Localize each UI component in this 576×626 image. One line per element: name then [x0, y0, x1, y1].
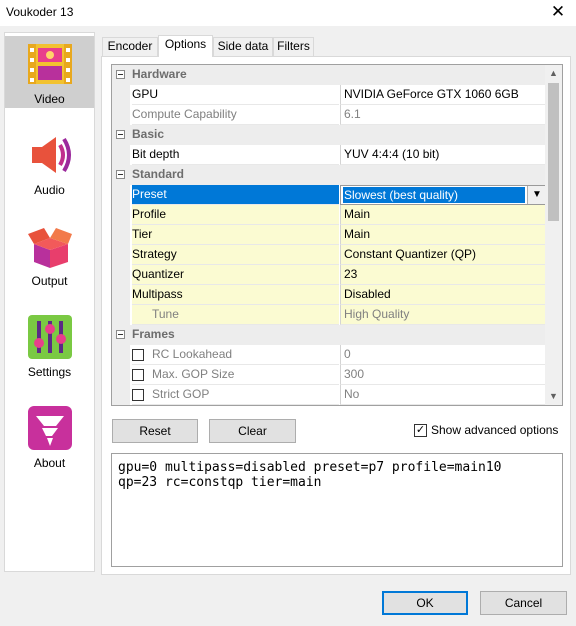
preset-dropdown[interactable]: Slowest (best quality) ▼ — [340, 185, 547, 205]
sidebar-item-output[interactable]: Output — [5, 218, 94, 290]
category-sidebar: Video Audio Output Settings About — [4, 32, 95, 572]
property-name: Strategy — [132, 245, 339, 265]
scroll-up-icon[interactable]: ▲ — [545, 65, 562, 82]
property-value: 300 — [340, 365, 547, 385]
collapse-icon[interactable] — [116, 170, 125, 179]
property-name: GPU — [132, 85, 339, 105]
property-name: Preset — [132, 185, 339, 205]
property-name: RC Lookahead — [132, 345, 339, 365]
close-button[interactable]: ✕ — [548, 2, 568, 22]
property-name: Quantizer — [132, 265, 339, 285]
scroll-down-icon[interactable]: ▼ — [545, 388, 562, 405]
tab-options[interactable]: Options — [158, 35, 213, 57]
property-tune[interactable]: Tune High Quality — [112, 305, 547, 325]
window-title: Voukoder 13 — [6, 5, 74, 19]
clear-button[interactable]: Clear — [209, 419, 296, 443]
property-compute-capability[interactable]: Compute Capability 6.1 — [112, 105, 547, 125]
tab-filters[interactable]: Filters — [273, 37, 314, 56]
sidebar-item-video[interactable]: Video — [5, 36, 94, 108]
property-value: NVIDIA GeForce GTX 1060 6GB — [340, 85, 547, 105]
title-bar: Voukoder 13 ✕ — [0, 0, 576, 26]
property-value: Main — [340, 225, 547, 245]
property-value: No — [340, 385, 547, 405]
property-grid: Hardware GPU NVIDIA GeForce GTX 1060 6GB… — [111, 64, 563, 406]
category-label: Hardware — [132, 67, 187, 81]
cancel-button[interactable]: Cancel — [480, 591, 567, 615]
property-value: 6.1 — [340, 105, 547, 125]
sidebar-item-label: About — [33, 456, 66, 470]
property-quantizer[interactable]: Quantizer 23 — [112, 265, 547, 285]
property-name: Max. GOP Size — [132, 365, 339, 385]
options-output-text[interactable]: gpu=0 multipass=disabled preset=p7 profi… — [111, 453, 563, 567]
property-name: Profile — [132, 205, 339, 225]
options-panel: Hardware GPU NVIDIA GeForce GTX 1060 6GB… — [101, 56, 571, 575]
collapse-icon[interactable] — [116, 70, 125, 79]
tornado-icon — [27, 406, 72, 450]
property-name: Bit depth — [132, 145, 339, 165]
property-value: Main — [340, 205, 547, 225]
property-name: Tier — [132, 225, 339, 245]
property-profile[interactable]: Profile Main — [112, 205, 547, 225]
reset-button[interactable]: Reset — [112, 419, 198, 443]
category-basic[interactable]: Basic — [112, 125, 547, 145]
sliders-icon — [27, 315, 72, 359]
property-name: Compute Capability — [132, 105, 339, 125]
show-advanced-label[interactable]: Show advanced options — [431, 423, 558, 437]
property-max-gop-size[interactable]: Max. GOP Size 300 — [112, 365, 547, 385]
scroll-thumb[interactable] — [548, 83, 559, 221]
property-value: High Quality — [340, 305, 547, 325]
category-label: Basic — [132, 127, 165, 141]
preset-selected-value: Slowest (best quality) — [343, 187, 525, 203]
category-standard[interactable]: Standard — [112, 165, 547, 185]
collapse-icon[interactable] — [116, 330, 125, 339]
property-value: Constant Quantizer (QP) — [340, 245, 547, 265]
category-frames[interactable]: Frames — [112, 325, 547, 345]
property-value: Disabled — [340, 285, 547, 305]
property-rc-lookahead[interactable]: RC Lookahead 0 — [112, 345, 547, 365]
property-name: Tune — [132, 305, 339, 325]
vertical-scrollbar[interactable]: ▲ ▼ — [545, 65, 562, 405]
category-label: Standard — [132, 167, 185, 181]
tab-encoder[interactable]: Encoder — [102, 37, 158, 56]
sidebar-item-label: Output — [31, 274, 68, 288]
sidebar-item-about[interactable]: About — [5, 400, 94, 472]
ok-button[interactable]: OK — [382, 591, 468, 615]
category-label: Frames — [132, 327, 175, 341]
package-icon — [27, 228, 72, 268]
collapse-icon[interactable] — [116, 130, 125, 139]
property-multipass[interactable]: Multipass Disabled — [112, 285, 547, 305]
sidebar-item-settings[interactable]: Settings — [5, 309, 94, 381]
sidebar-item-label: Audio — [34, 183, 65, 197]
category-hardware[interactable]: Hardware — [112, 65, 547, 85]
property-gpu[interactable]: GPU NVIDIA GeForce GTX 1060 6GB — [112, 85, 547, 105]
property-strategy[interactable]: Strategy Constant Quantizer (QP) — [112, 245, 547, 265]
property-value: YUV 4:4:4 (10 bit) — [340, 145, 547, 165]
property-name: Multipass — [132, 285, 339, 305]
film-icon — [27, 44, 72, 84]
property-preset[interactable]: Preset Slowest (best quality) ▼ — [112, 185, 547, 205]
speaker-icon — [31, 137, 71, 173]
chevron-down-icon[interactable]: ▼ — [527, 186, 546, 204]
property-value: 23 — [340, 265, 547, 285]
property-value: 0 — [340, 345, 547, 365]
tab-side-data[interactable]: Side data — [213, 37, 273, 56]
property-bit-depth[interactable]: Bit depth YUV 4:4:4 (10 bit) — [112, 145, 547, 165]
sidebar-item-label: Settings — [27, 365, 72, 379]
property-tier[interactable]: Tier Main — [112, 225, 547, 245]
sidebar-item-audio[interactable]: Audio — [5, 127, 94, 199]
property-strict-gop[interactable]: Strict GOP No — [112, 385, 547, 405]
sidebar-item-label: Video — [34, 92, 65, 106]
show-advanced-checkbox[interactable]: ✓ — [414, 424, 427, 437]
property-name: Strict GOP — [132, 385, 339, 405]
